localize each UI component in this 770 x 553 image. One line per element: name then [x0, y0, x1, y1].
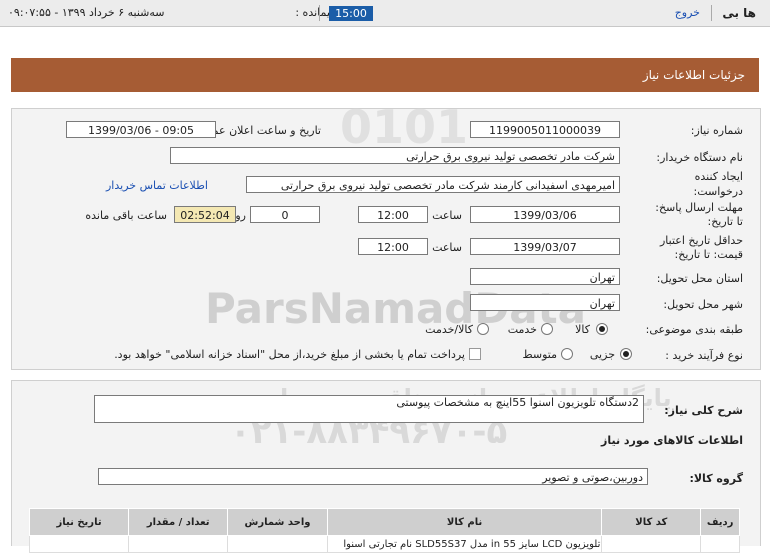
treasury-checkbox[interactable] [469, 348, 481, 360]
top-bar: ها بی خروج زمان باقیمانده : 15:00 سه‌شنب… [0, 0, 770, 27]
validity-label-1: حداقل تاریخ اعتبار [659, 234, 743, 247]
table-cell [28, 535, 130, 553]
buyer-field: شرکت مادر تخصصی تولید نیروی برق حرارتی [170, 147, 620, 164]
page-title: جزئیات اطلاعات نیاز [642, 68, 745, 82]
time-remaining-field: 02:52:04 [174, 206, 236, 223]
process-radio-minor[interactable] [620, 348, 632, 360]
goods-group-field: دوربین،صوتی و تصویر [98, 468, 648, 485]
col-code: کد کالا [601, 508, 702, 536]
payment-note: پرداخت تمام یا بخشی از مبلغ خرید،از محل … [114, 348, 465, 361]
remaining-time-value: 15:00 [329, 6, 373, 21]
buyer-contact-link[interactable]: اطلاعات تماس خریدار [106, 179, 208, 192]
process-radio-medium[interactable] [561, 348, 573, 360]
col-quantity: تعداد / مقدار [128, 508, 229, 536]
table-cell [700, 535, 740, 553]
deadline-time-label: ساعت [432, 209, 462, 222]
deadline-time-field: 12:00 [358, 206, 428, 223]
need-number-field: 1199005011000039 [470, 121, 620, 138]
days-remaining-field: 0 [250, 206, 320, 223]
col-name: نام کالا [326, 508, 603, 536]
divider [319, 5, 320, 21]
table-cell [128, 535, 229, 553]
table-cell [227, 535, 328, 553]
description-field: 2دستگاه تلویزیون اسنوا 55اینچ به مشخصات … [94, 395, 644, 423]
category-option-service: خدمت [507, 323, 537, 336]
current-datetime: سه‌شنبه ۶ خرداد ۱۳۹۹ - ۰۹:۰۷:۵۵ [8, 6, 165, 19]
creator-label-1: ایجاد کننده [694, 170, 743, 183]
deadline-date-field: 1399/03/06 [470, 206, 620, 223]
category-option-both: کالا/خدمت [425, 323, 473, 336]
city-label: شهر محل تحویل: [663, 298, 743, 311]
goods-section-title: اطلاعات کالاهای مورد نیاز [601, 434, 743, 447]
deadline-label-1: مهلت ارسال پاسخ: [655, 201, 743, 214]
page-header: جزئیات اطلاعات نیاز [11, 58, 759, 92]
creator-label-2: درخواست: [693, 185, 743, 198]
buyer-label: نام دستگاه خریدار: [656, 151, 743, 164]
divider [711, 5, 712, 21]
process-option-minor: جزیی [589, 348, 615, 361]
table-header-row: ردیف کد کالا نام کالا واحد شمارش تعداد /… [28, 508, 740, 536]
validity-label-2: قیمت: تا تاریخ: [674, 248, 743, 261]
validity-time-label: ساعت [432, 241, 462, 254]
announce-field: 1399/03/06 - 09:05 [66, 121, 216, 138]
validity-time-field: 12:00 [358, 238, 428, 255]
process-option-medium: متوسط [522, 348, 557, 361]
table-row: تلویزیون LCD سایز 55 in مدل SLD55S37 نام… [28, 535, 740, 553]
province-field: تهران [470, 268, 620, 285]
site-name: ها بی [722, 6, 756, 20]
category-radio-service[interactable] [541, 323, 553, 335]
city-field: تهران [470, 294, 620, 311]
goods-table: ردیف کد کالا نام کالا واحد شمارش تعداد /… [28, 508, 740, 553]
table-cell [601, 535, 702, 553]
category-label: طبقه بندی موضوعی: [645, 323, 743, 336]
creator-field: امیرمهدی اسفیدانی کارمند شرکت مادر تخصصی… [246, 176, 620, 193]
col-need-date: تاریخ نیاز [28, 508, 130, 536]
table-cell-name: تلویزیون LCD سایز 55 in مدل SLD55S37 نام… [326, 535, 603, 553]
need-number-label: شماره نیاز: [690, 124, 743, 137]
goods-group-label: گروه کالا: [689, 472, 743, 485]
category-option-goods: کالا [575, 323, 590, 336]
time-remaining-label: ساعت باقی مانده [85, 209, 167, 222]
col-unit: واحد شمارش [227, 508, 328, 536]
validity-date-field: 1399/03/07 [470, 238, 620, 255]
province-label: استان محل تحویل: [656, 272, 743, 285]
process-label: نوع فرآیند خرید : [665, 349, 743, 362]
category-radio-goods[interactable] [596, 323, 608, 335]
col-row: ردیف [700, 508, 740, 536]
exit-link[interactable]: خروج [675, 6, 700, 19]
deadline-label-2: تا تاریخ: [707, 215, 743, 228]
description-label: شرح کلی نیاز: [664, 404, 743, 417]
category-radio-both[interactable] [477, 323, 489, 335]
